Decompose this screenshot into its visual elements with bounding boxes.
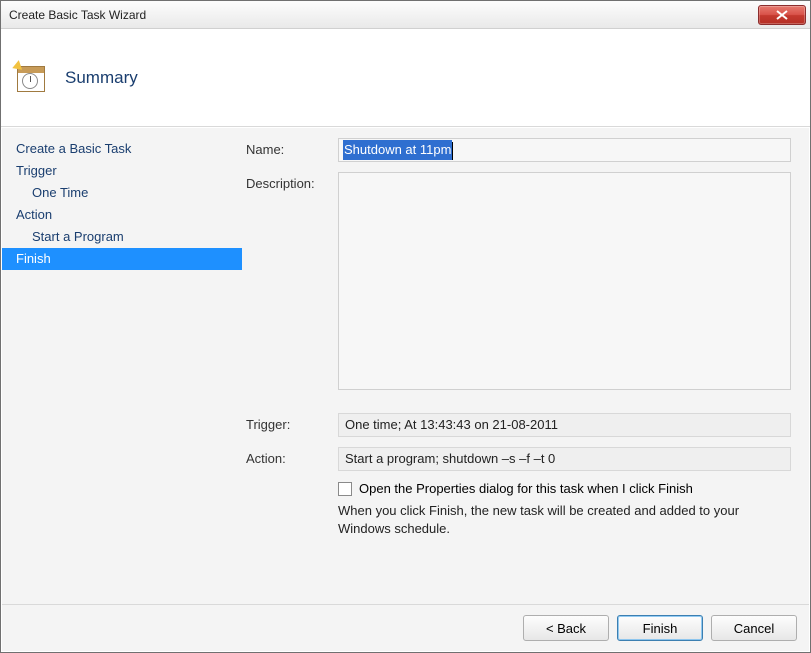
name-input-selection: Shutdown at 11pm <box>343 140 452 160</box>
open-properties-label[interactable]: Open the Properties dialog for this task… <box>359 481 693 496</box>
name-label: Name: <box>246 138 338 157</box>
task-scheduler-icon <box>15 62 47 94</box>
wizard-steps-sidebar: Create a Basic TaskTriggerOne TimeAction… <box>2 128 242 604</box>
cancel-button[interactable]: Cancel <box>711 615 797 641</box>
name-input[interactable]: Shutdown at 11pm <box>338 138 791 162</box>
trigger-label: Trigger: <box>246 413 338 432</box>
description-label: Description: <box>246 172 338 191</box>
finish-info-text: When you click Finish, the new task will… <box>338 502 791 537</box>
close-icon <box>776 10 788 20</box>
open-properties-checkbox[interactable] <box>338 482 352 496</box>
wizard-header: Summary <box>1 29 810 127</box>
wizard-footer: < Back Finish Cancel <box>2 604 809 651</box>
titlebar: Create Basic Task Wizard <box>1 1 810 29</box>
main-panel: Name: Shutdown at 11pm Description: Trig… <box>242 128 809 604</box>
finish-button[interactable]: Finish <box>617 615 703 641</box>
wizard-window: Create Basic Task Wizard Summary Create … <box>0 0 811 653</box>
close-button[interactable] <box>758 5 806 25</box>
description-input[interactable] <box>338 172 791 390</box>
wizard-step-item[interactable]: Trigger <box>2 160 242 182</box>
wizard-body: Create a Basic TaskTriggerOne TimeAction… <box>2 128 809 651</box>
wizard-step-item[interactable]: One Time <box>2 182 242 204</box>
wizard-step-item[interactable]: Action <box>2 204 242 226</box>
back-button[interactable]: < Back <box>523 615 609 641</box>
action-value: Start a program; shutdown –s –f –t 0 <box>338 447 791 471</box>
wizard-step-item[interactable]: Finish <box>2 248 242 270</box>
action-label: Action: <box>246 447 338 466</box>
content-area: Create a Basic TaskTriggerOne TimeAction… <box>2 128 809 604</box>
wizard-step-item[interactable]: Start a Program <box>2 226 242 248</box>
wizard-step-item[interactable]: Create a Basic Task <box>2 138 242 160</box>
text-caret <box>452 142 453 160</box>
window-title: Create Basic Task Wizard <box>9 8 146 22</box>
trigger-value: One time; At 13:43:43 on 21-08-2011 <box>338 413 791 437</box>
header-title: Summary <box>65 68 138 88</box>
